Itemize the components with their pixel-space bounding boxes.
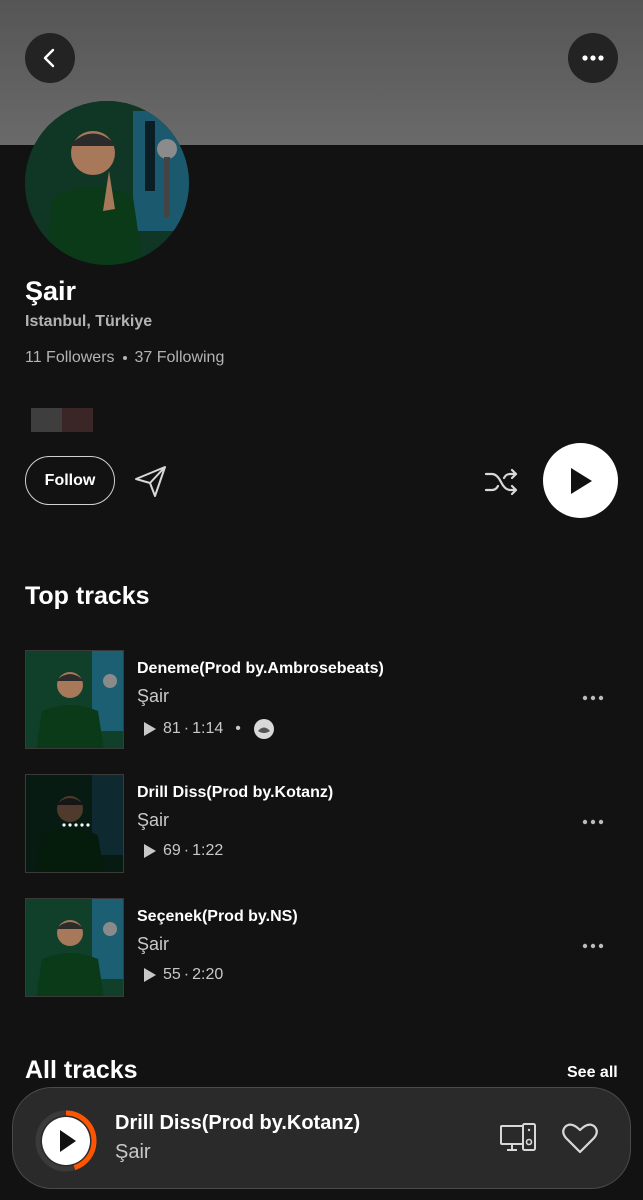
play-count-icon — [144, 844, 156, 858]
heart-icon — [562, 1123, 598, 1154]
follow-stats: 11 Followers 37 Following — [25, 349, 224, 367]
meta-dot: · — [183, 966, 190, 983]
track-more-button[interactable] — [578, 686, 608, 710]
now-playing-title: Drill Diss(Prod by.Kotanz) — [115, 1112, 361, 1134]
like-button[interactable] — [561, 1121, 599, 1155]
track-title: Drill Diss(Prod by.Kotanz) — [137, 784, 334, 801]
follow-button[interactable]: Follow — [25, 456, 115, 505]
shuffle-button[interactable] — [483, 464, 519, 500]
more-horizontal-icon — [582, 819, 604, 825]
connect-device-button[interactable] — [499, 1121, 537, 1155]
more-horizontal-icon — [582, 943, 604, 949]
more-horizontal-icon — [582, 55, 604, 61]
reposter-avatar-icon — [253, 719, 274, 739]
play-count: 69 — [163, 842, 181, 859]
mini-player[interactable]: Drill Diss(Prod by.Kotanz) Şair — [12, 1087, 631, 1189]
meta-dot: · — [183, 842, 190, 859]
track-row[interactable]: Drill Diss(Prod by.Kotanz) Şair 69 · 1:2… — [25, 774, 618, 874]
track-meta: 55 · 2:20 — [143, 966, 223, 984]
back-button[interactable] — [25, 33, 75, 83]
track-artist[interactable]: Şair — [137, 686, 169, 707]
meta-dot: · — [183, 720, 190, 737]
track-more-button[interactable] — [578, 810, 608, 834]
track-duration: 1:22 — [192, 842, 224, 859]
artist-location: Istanbul, Türkiye — [25, 313, 153, 330]
track-artist[interactable]: Şair — [137, 934, 169, 955]
track-title: Seçenek(Prod by.NS) — [137, 908, 298, 925]
social-links-placeholder — [31, 408, 93, 432]
followers-count[interactable]: 11 Followers — [25, 349, 115, 367]
see-all-link[interactable]: See all — [567, 1064, 618, 1082]
track-artwork — [25, 898, 124, 997]
track-row[interactable]: Seçenek(Prod by.NS) Şair 55 · 2:20 — [25, 898, 618, 998]
play-count-icon — [144, 968, 156, 982]
play-count: 55 — [163, 966, 181, 983]
track-artwork — [25, 774, 124, 873]
send-icon — [135, 466, 166, 497]
more-horizontal-icon — [582, 695, 604, 701]
track-meta: 69 · 1:22 — [143, 842, 223, 860]
play-icon — [570, 467, 592, 494]
separator-dot — [122, 356, 127, 360]
track-duration: 1:14 — [192, 720, 224, 737]
devices-icon — [500, 1123, 536, 1151]
now-playing-artist: Şair — [115, 1141, 151, 1163]
shuffle-icon — [484, 468, 518, 496]
track-artist[interactable]: Şair — [137, 810, 169, 831]
profile-avatar — [25, 101, 189, 265]
play-count: 81 — [163, 720, 181, 737]
track-title: Deneme(Prod by.Ambrosebeats) — [137, 660, 384, 677]
track-duration: 2:20 — [192, 966, 224, 983]
play-all-button[interactable] — [543, 443, 618, 518]
track-row[interactable]: Deneme(Prod by.Ambrosebeats) Şair 81 · 1… — [25, 650, 618, 750]
chevron-left-icon — [43, 48, 55, 68]
more-options-button[interactable] — [568, 33, 618, 83]
top-tracks-heading: Top tracks — [25, 582, 150, 610]
play-count-icon — [144, 722, 156, 736]
mini-play-button[interactable] — [35, 1110, 97, 1172]
meta-dot: • — [235, 720, 241, 737]
share-button[interactable] — [133, 463, 169, 499]
track-more-button[interactable] — [578, 934, 608, 958]
following-count[interactable]: 37 Following — [135, 349, 225, 367]
track-artwork — [25, 650, 124, 749]
track-meta: 81 · 1:14 • — [143, 718, 275, 740]
artist-name: Şair — [25, 276, 77, 306]
all-tracks-heading: All tracks — [25, 1056, 138, 1084]
